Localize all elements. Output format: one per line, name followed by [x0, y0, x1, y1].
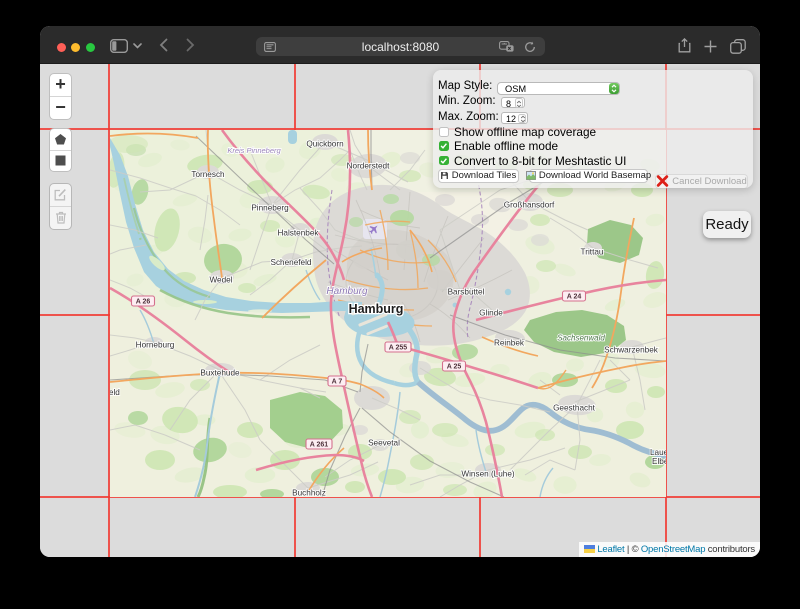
svg-text:Reinbek: Reinbek [494, 339, 525, 348]
svg-text:Wedel: Wedel [209, 276, 232, 285]
svg-text:Norderstedt: Norderstedt [347, 162, 391, 171]
svg-text:Hamburg: Hamburg [349, 302, 404, 316]
svg-text:Schenefeld: Schenefeld [271, 258, 312, 267]
svg-text:Winsen (Luhe): Winsen (Luhe) [461, 470, 515, 479]
svg-text:A 24: A 24 [567, 294, 582, 301]
svg-text:Pinneberg: Pinneberg [251, 204, 289, 213]
svg-text:Schwarzenbek: Schwarzenbek [604, 346, 659, 355]
svg-text:Horneburg: Horneburg [136, 341, 175, 350]
svg-text:A 26: A 26 [136, 299, 151, 306]
svg-text:Halstenbek: Halstenbek [278, 229, 320, 238]
svg-text:Elbe: Elbe [652, 457, 666, 466]
svg-text:Lauenburg/: Lauenburg/ [650, 448, 666, 457]
svg-text:Trittau: Trittau [581, 248, 604, 257]
svg-text:Sachsenwald: Sachsenwald [557, 334, 605, 343]
svg-text:A 261: A 261 [310, 442, 329, 449]
svg-text:Glinde: Glinde [479, 309, 503, 318]
svg-text:Quickborn: Quickborn [306, 140, 344, 149]
svg-text:A 7: A 7 [332, 379, 343, 386]
svg-text:Großhansdorf: Großhansdorf [504, 201, 555, 210]
svg-text:Tornesch: Tornesch [191, 170, 225, 179]
svg-text:Seevetal: Seevetal [368, 439, 400, 448]
svg-text:Kreis Pinneberg: Kreis Pinneberg [227, 146, 281, 155]
svg-text:sefeld: sefeld [110, 388, 120, 397]
svg-text:Barsbüttel: Barsbüttel [448, 288, 485, 297]
svg-text:Geesthacht: Geesthacht [553, 404, 596, 413]
svg-text:A 25: A 25 [447, 364, 462, 371]
svg-text:Buchholz: Buchholz [292, 489, 326, 498]
svg-text:Hamburg: Hamburg [326, 286, 368, 297]
svg-text:Buxtehude: Buxtehude [200, 369, 240, 378]
svg-text:A 255: A 255 [389, 345, 408, 352]
